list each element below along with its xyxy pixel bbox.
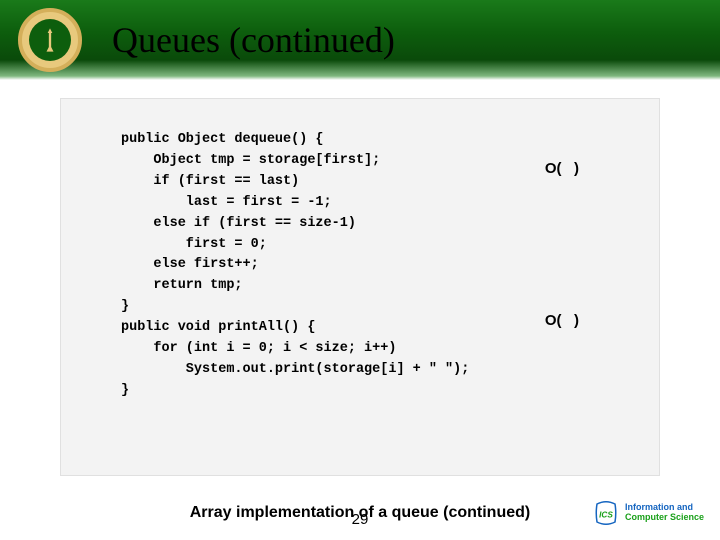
big-o-annotation: O( ) <box>545 309 579 332</box>
code-line: } <box>121 383 129 398</box>
svg-text:ICS: ICS <box>599 511 613 520</box>
torch-icon <box>36 26 64 54</box>
code-line: for (int i = 0; i < size; i++) <box>121 341 396 356</box>
code-line: public Object dequeue() { <box>121 132 324 147</box>
university-logo <box>18 8 82 72</box>
code-line: Object tmp = storage[first]; <box>121 153 380 168</box>
code-line: first = 0; <box>121 237 267 252</box>
code-block: public Object dequeue() { Object tmp = s… <box>60 98 660 476</box>
code-line: last = first = -1; <box>121 195 332 210</box>
code-line: System.out.print(storage[i] + " "); <box>121 362 469 377</box>
slide-content: public Object dequeue() { Object tmp = s… <box>0 80 720 522</box>
big-o-annotation: O( ) <box>545 157 579 180</box>
logo-inner <box>29 19 71 61</box>
code-line: } <box>121 299 129 314</box>
slide-footer: 29 ICS Information and Computer Science <box>0 511 720 528</box>
code-line: if (first == last) <box>121 174 299 189</box>
department-logo: ICS Information and Computer Science <box>591 498 704 528</box>
code-line: return tmp; <box>121 278 243 293</box>
ics-logo-icon: ICS <box>591 498 621 528</box>
slide-header: Queues (continued) <box>0 0 720 80</box>
slide-title: Queues (continued) <box>112 19 395 61</box>
page-number: 29 <box>352 511 369 528</box>
code-line: public void printAll() { <box>121 320 315 335</box>
code-line: else first++; <box>121 257 259 272</box>
code-line: else if (first == size-1) <box>121 216 356 231</box>
dept-line-2: Computer Science <box>625 513 704 523</box>
department-name: Information and Computer Science <box>625 503 704 523</box>
